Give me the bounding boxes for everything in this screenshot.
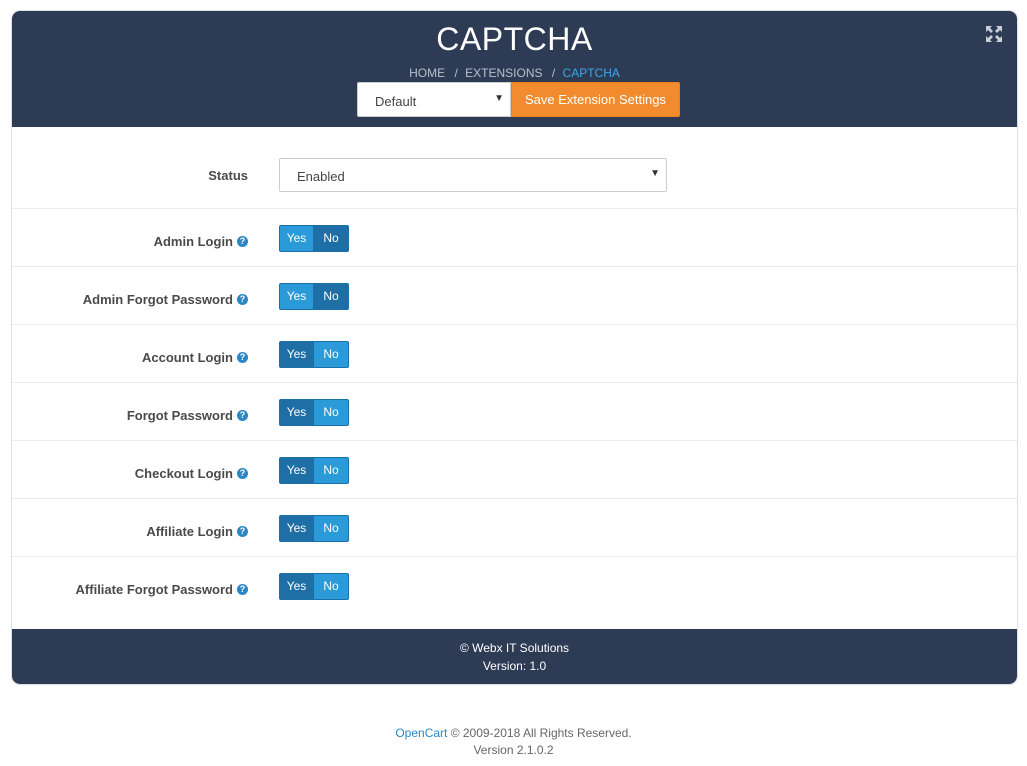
copyright-text: © 2009-2018 All Rights Reserved. [447,726,632,740]
help-icon[interactable]: ? [237,294,248,305]
breadcrumb-separator: / [454,66,458,80]
help-icon[interactable]: ? [237,468,248,479]
opencart-link[interactable]: OpenCart [395,726,447,740]
toggle-no-button[interactable]: No [314,399,349,426]
toggle-label: Affiliate Forgot Password? [76,582,248,597]
toggle-row: Affiliate Login? Yes No [12,499,1017,557]
breadcrumb-home[interactable]: HOME [409,66,445,80]
toggle-label: Admin Forgot Password? [83,292,248,307]
yes-no-toggle: Yes No [279,399,349,426]
toggle-label-text: Affiliate Forgot Password [75,582,233,597]
caret-down-icon: ▼ [650,168,660,179]
breadcrumb: HOME / EXTENSIONS / CAPTCHA [12,66,1017,80]
toggle-label: Checkout Login? [135,466,248,481]
toggle-yes-button[interactable]: Yes [279,283,314,310]
toggle-row: Admin Forgot Password? Yes No [12,267,1017,325]
toggle-label-text: Affiliate Login [146,524,233,539]
toggle-label-text: Admin Login [153,234,233,249]
toggle-label-text: Account Login [142,350,233,365]
help-icon[interactable]: ? [237,236,248,247]
breadcrumb-captcha[interactable]: CAPTCHA [563,66,620,80]
toggle-no-button[interactable]: No [314,457,349,484]
toggle-label: Account Login? [142,350,248,365]
yes-no-toggle: Yes No [279,457,349,484]
page-footer: OpenCart © 2009-2018 All Rights Reserved… [0,725,1027,759]
toggle-yes-button[interactable]: Yes [279,225,314,252]
breadcrumb-extensions[interactable]: EXTENSIONS [465,66,542,80]
breadcrumb-separator: / [551,66,556,80]
save-extension-settings-button[interactable]: Save Extension Settings [511,82,680,117]
toggle-label: Admin Login? [154,234,248,249]
store-select[interactable]: Default ▼ [357,82,511,117]
toggle-row: Affiliate Forgot Password? Yes No [12,557,1017,615]
panel-header: CAPTCHA HOME / EXTENSIONS / CAPTCHA Defa… [12,11,1017,127]
status-select-value: Enabled [297,169,345,184]
settings-form: Status Enabled ▼ Admin Login? Yes No Admin … [12,127,1017,615]
toggle-no-button[interactable]: No [314,573,349,600]
toggle-label-text: Forgot Password [126,408,233,423]
yes-no-toggle: Yes No [279,515,349,542]
opencart-version: Version 2.1.0.2 [473,743,554,757]
toggle-no-button[interactable]: No [314,283,349,310]
page-title: CAPTCHA [436,21,593,57]
toggle-yes-button[interactable]: Yes [279,515,314,542]
footer-version: Version: 1.0 [482,659,547,673]
status-select[interactable]: Enabled ▼ [279,158,667,192]
toggle-no-button[interactable]: No [314,341,349,368]
panel-footer: © Webx IT Solutions Version: 1.0 [12,629,1017,684]
expand-icon[interactable] [985,25,1003,43]
help-icon[interactable]: ? [237,352,248,363]
toggle-label-text: Checkout Login [134,466,233,481]
toggle-row: Admin Login? Yes No [12,209,1017,267]
toggle-no-button[interactable]: No [314,515,349,542]
yes-no-toggle: Yes No [279,225,349,252]
toggle-yes-button[interactable]: Yes [279,341,314,368]
status-label: Status [208,168,248,183]
footer-copyright: © Webx IT Solutions [459,641,570,655]
toggle-yes-button[interactable]: Yes [279,573,314,600]
status-row: Status Enabled ▼ [12,127,1017,209]
toggle-label: Forgot Password? [127,408,248,423]
store-select-value: Default [375,94,417,109]
toggle-no-button[interactable]: No [314,225,349,252]
caret-down-icon: ▼ [494,93,504,104]
toggle-yes-button[interactable]: Yes [279,457,314,484]
help-icon[interactable]: ? [237,410,248,421]
extension-panel: CAPTCHA HOME / EXTENSIONS / CAPTCHA Defa… [12,11,1017,684]
toolbar: Default ▼ Save Extension Settings [357,82,680,117]
help-icon[interactable]: ? [237,526,248,537]
help-icon[interactable]: ? [237,584,248,595]
toggle-yes-button[interactable]: Yes [279,399,314,426]
toggle-row: Account Login? Yes No [12,325,1017,383]
toggle-label: Affiliate Login? [146,524,248,539]
toggle-row: Checkout Login? Yes No [12,441,1017,499]
yes-no-toggle: Yes No [279,283,349,310]
yes-no-toggle: Yes No [279,341,349,368]
toggle-label-text: Admin Forgot Password [82,292,233,307]
yes-no-toggle: Yes No [279,573,349,600]
toggle-row: Forgot Password? Yes No [12,383,1017,441]
